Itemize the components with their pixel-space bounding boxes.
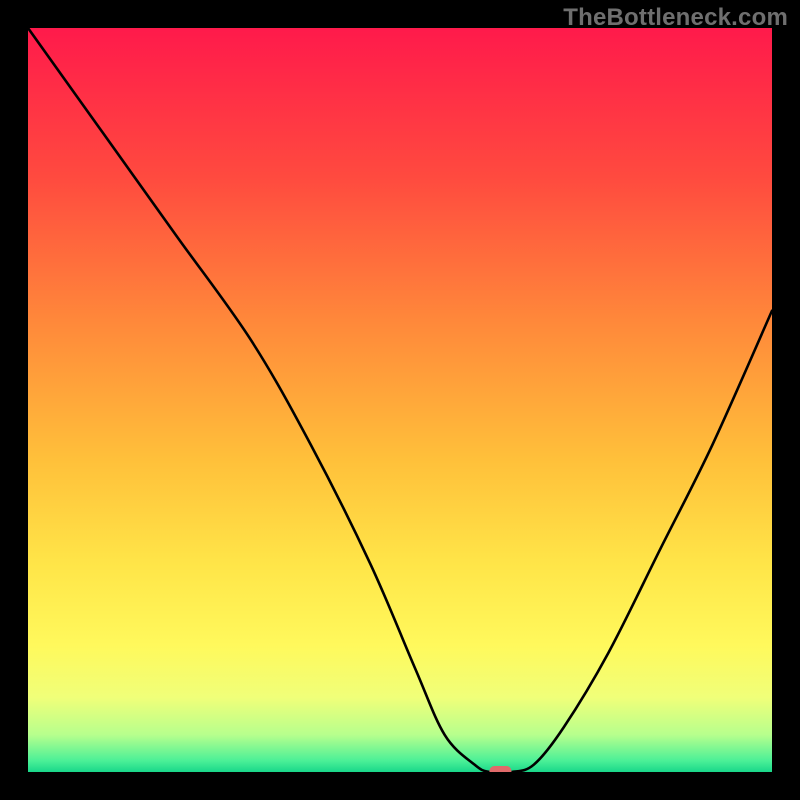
minimum-marker xyxy=(489,766,511,772)
chart-stage: TheBottleneck.com xyxy=(0,0,800,800)
plot-area xyxy=(28,28,772,772)
gradient-background xyxy=(28,28,772,772)
chart-svg xyxy=(28,28,772,772)
